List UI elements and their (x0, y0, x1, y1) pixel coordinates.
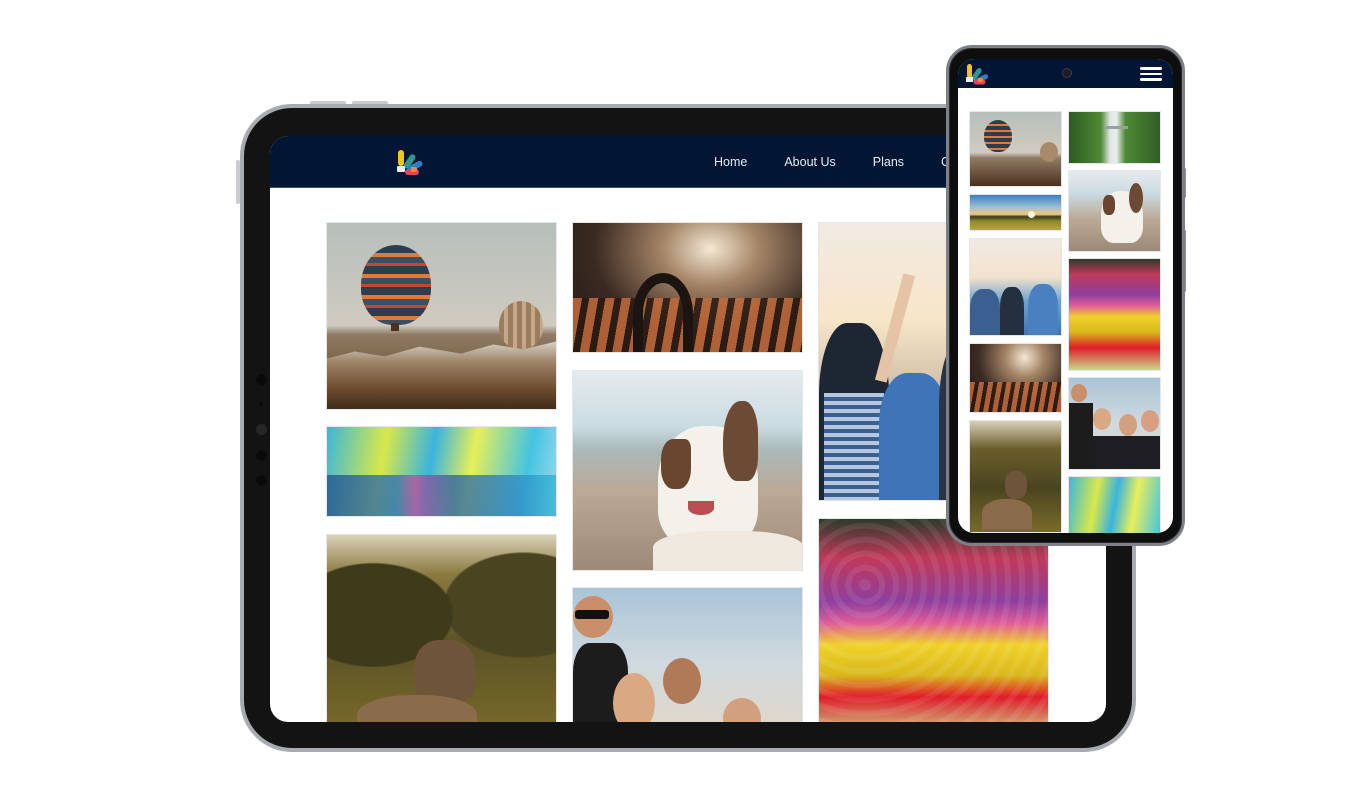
photo-tulip-field[interactable] (818, 518, 1049, 722)
photo-hot-air-balloons[interactable] (326, 222, 557, 410)
logo-icon[interactable] (965, 64, 990, 85)
photo-deer-in-forest[interactable] (969, 420, 1062, 533)
nav-link-plans[interactable]: Plans (873, 155, 904, 169)
photo-dog-on-beach[interactable] (1068, 170, 1161, 252)
phone-device (946, 45, 1185, 546)
photo-group-of-friends[interactable] (1068, 377, 1161, 470)
photo-group-of-friends[interactable] (572, 587, 803, 722)
phone-screen (958, 59, 1173, 533)
photo-waterfall-bridge[interactable] (1068, 111, 1161, 164)
photo-tulip-field[interactable] (1068, 258, 1161, 371)
photo-deer-in-forest[interactable] (326, 534, 557, 722)
photo-dog-on-beach[interactable] (572, 370, 803, 571)
phone-navbar (958, 59, 1173, 88)
nav-link-home[interactable]: Home (714, 155, 747, 169)
photo-concert-heart-hands[interactable] (969, 343, 1062, 413)
photo-sunset-field[interactable] (969, 194, 1062, 231)
photo-color-powder-festival[interactable] (1068, 476, 1161, 533)
nav-link-about-us[interactable]: About Us (784, 155, 835, 169)
logo-icon[interactable] (396, 150, 424, 175)
hamburger-menu-icon[interactable] (1140, 67, 1162, 81)
photo-hot-air-balloons[interactable] (969, 111, 1062, 187)
front-camera (1062, 68, 1072, 78)
photo-friends-raising-hands-sunset[interactable] (969, 238, 1062, 336)
photo-concert-heart-hands[interactable] (572, 222, 803, 353)
photo-color-powder-festival[interactable] (326, 426, 557, 517)
